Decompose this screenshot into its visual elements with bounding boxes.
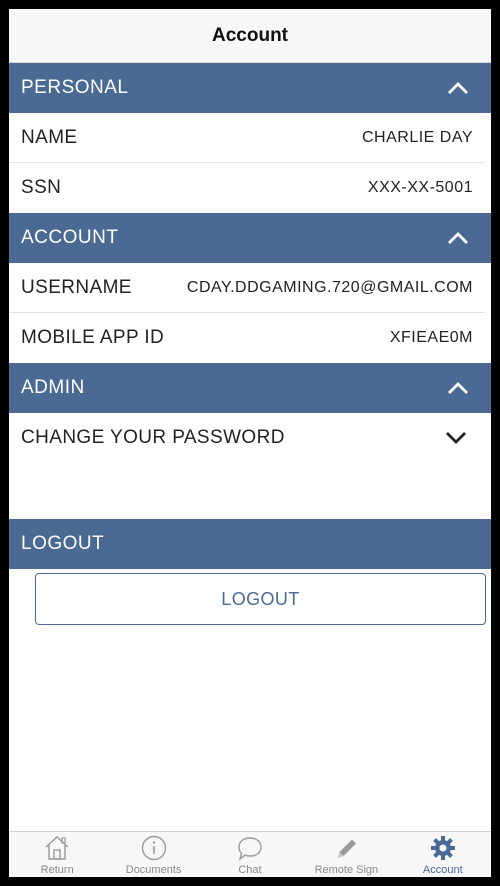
tab-bar: Return Documents Chat Remote Sign Accoun… xyxy=(9,831,491,877)
account-mobile-app-id-row: MOBILE APP ID XFIEAE0M xyxy=(9,313,485,363)
personal-ssn-row: SSN XXX-XX-5001 xyxy=(9,163,485,213)
app-screen: Account PERSONAL NAME CHARLIE DAY SSN XX… xyxy=(9,9,491,877)
tab-return[interactable]: Return xyxy=(12,831,102,877)
row-value: CDAY.DDGAMING.720@GMAIL.COM xyxy=(186,278,473,296)
row-value: XFIEAE0M xyxy=(389,329,473,346)
tab-account[interactable]: Account xyxy=(398,831,488,877)
row-label: NAME xyxy=(21,126,78,148)
row-label: MOBILE APP ID xyxy=(21,327,165,348)
row-value: CHARLIE DAY xyxy=(361,128,473,146)
chat-bubble-icon xyxy=(238,837,262,861)
chevron-down-icon xyxy=(446,432,466,444)
spacer xyxy=(9,463,491,519)
gear-icon xyxy=(430,836,455,860)
tab-label: Remote Sign xyxy=(314,864,379,876)
house-icon xyxy=(45,836,69,860)
tab-documents[interactable]: Documents xyxy=(109,831,199,877)
logout-button-label: LOGOUT xyxy=(221,588,300,609)
account-username-row: USERNAME CDAY.DDGAMING.720@GMAIL.COM xyxy=(9,263,485,313)
pencil-icon xyxy=(338,839,357,858)
page-title: Account xyxy=(212,24,288,46)
section-title: ACCOUNT xyxy=(21,227,119,248)
section-title: ADMIN xyxy=(21,377,85,398)
chevron-up-icon xyxy=(448,232,468,244)
section-title: PERSONAL xyxy=(21,77,129,98)
tab-label: Return xyxy=(40,864,74,876)
tab-label: Chat xyxy=(238,864,262,876)
section-header-admin[interactable]: ADMIN xyxy=(9,363,491,413)
personal-name-row: NAME CHARLIE DAY xyxy=(9,113,485,163)
info-icon xyxy=(141,835,166,861)
tab-label: Account xyxy=(422,864,463,876)
section-header-logout: LOGOUT xyxy=(9,519,491,569)
section-header-personal[interactable]: PERSONAL xyxy=(9,63,491,113)
change-password-row[interactable]: CHANGE YOUR PASSWORD xyxy=(9,413,485,463)
logout-button[interactable]: LOGOUT xyxy=(35,573,486,625)
section-title: LOGOUT xyxy=(21,533,105,554)
chevron-up-icon xyxy=(448,82,468,94)
chevron-up-icon xyxy=(448,382,468,394)
tab-remote-sign[interactable]: Remote Sign xyxy=(301,831,391,877)
row-label: SSN xyxy=(21,177,62,198)
tab-chat[interactable]: Chat xyxy=(205,831,295,877)
row-value: XXX-XX-5001 xyxy=(367,179,473,196)
nav-bar: Account xyxy=(9,9,491,63)
tab-label: Documents xyxy=(125,864,182,876)
row-label: USERNAME xyxy=(21,276,132,298)
row-label: CHANGE YOUR PASSWORD xyxy=(21,427,285,448)
section-header-account[interactable]: ACCOUNT xyxy=(9,213,491,263)
